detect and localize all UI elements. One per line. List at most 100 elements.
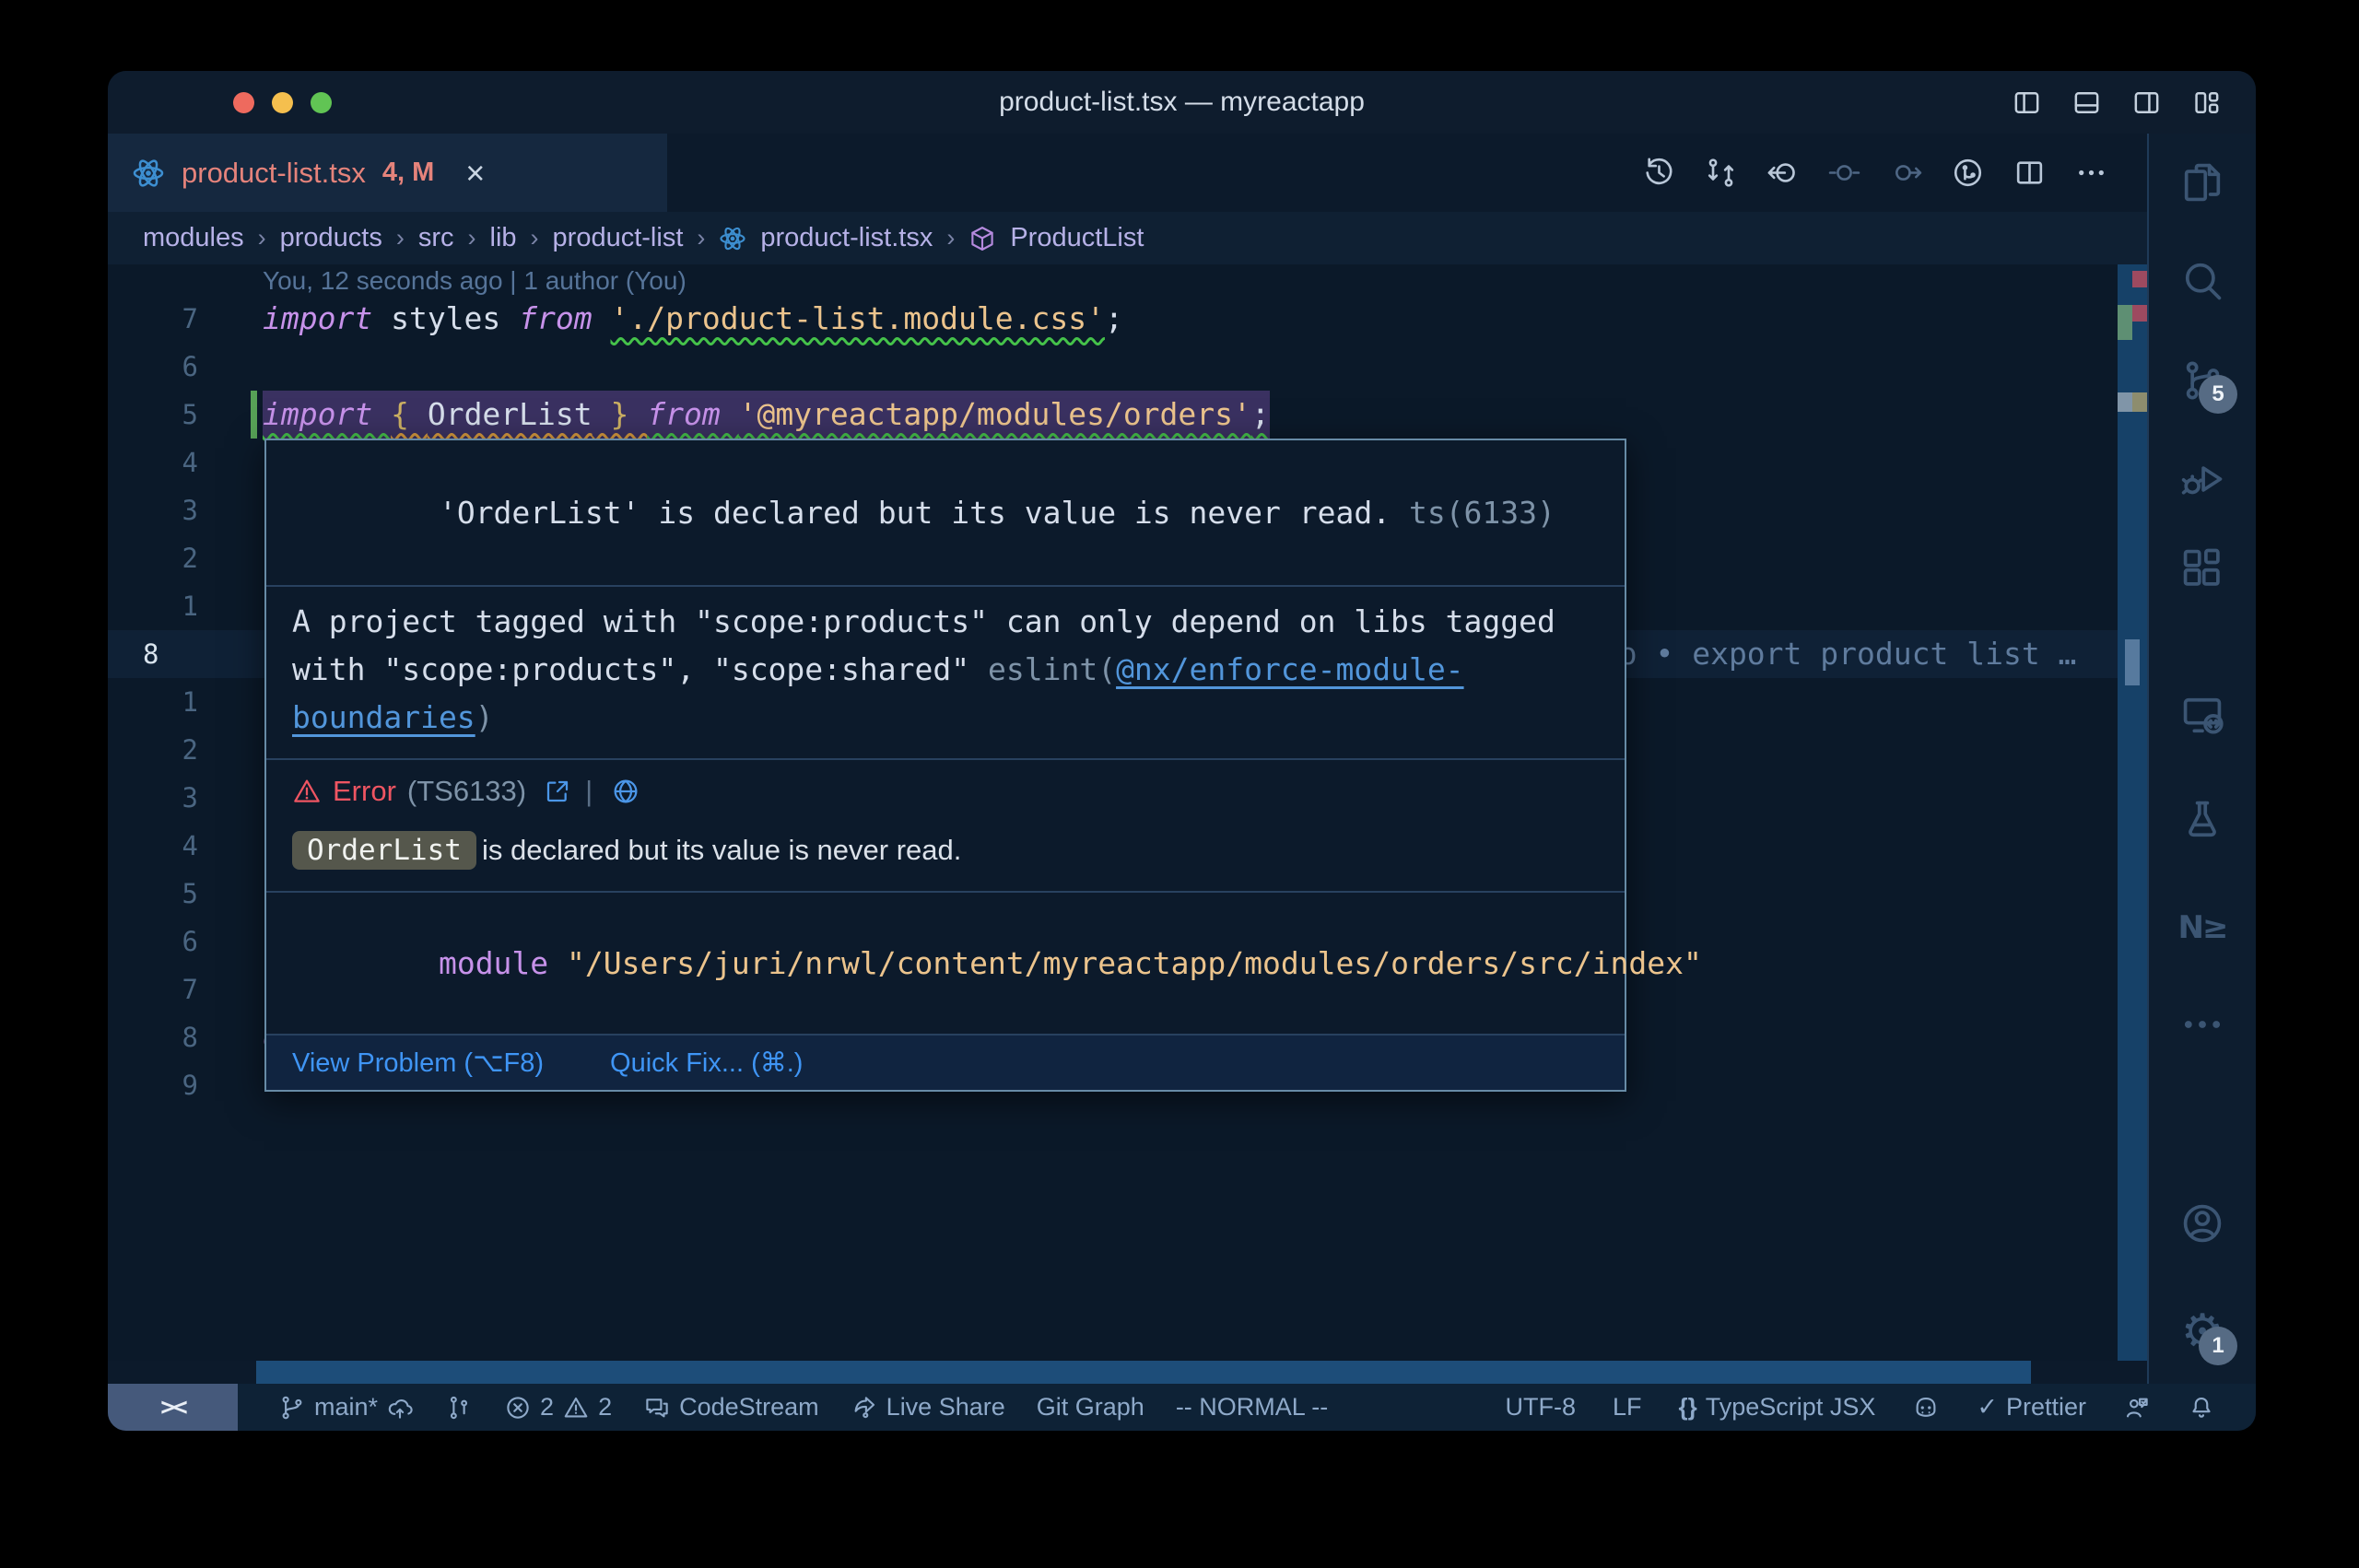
search-view-icon[interactable]: [2178, 257, 2226, 305]
compare-changes-icon[interactable]: [1704, 156, 1738, 190]
encoding-item[interactable]: UTF-8: [1506, 1393, 1577, 1422]
gitgraph-item[interactable]: Git Graph: [1037, 1393, 1144, 1422]
more-actions-icon[interactable]: [2074, 156, 2108, 190]
previous-change-icon[interactable]: [1827, 156, 1861, 190]
prettier-item[interactable]: ✓ Prettier: [1977, 1393, 2086, 1422]
horizontal-scrollbar[interactable]: [256, 1361, 2031, 1384]
editor-actions: [1642, 134, 2147, 212]
status-bar: >< main* 2 2 CodeStream Live: [108, 1384, 2256, 1431]
vim-mode-label: -- NORMAL --: [1176, 1393, 1328, 1422]
navigate-back-change-icon[interactable]: [1766, 156, 1800, 190]
severity-code: (TS6133): [407, 775, 526, 808]
breadcrumb-modules[interactable]: modules: [143, 223, 244, 253]
accounts-icon[interactable]: [2178, 1199, 2226, 1247]
next-change-icon[interactable]: [1889, 156, 1923, 190]
tab-problems-badge: 4, M: [382, 158, 434, 188]
split-editor-icon[interactable]: [2013, 156, 2047, 190]
eol-item[interactable]: LF: [1613, 1393, 1642, 1422]
open-external-icon[interactable]: [543, 777, 572, 806]
line-number: 1: [108, 678, 263, 726]
error-count: 2: [540, 1393, 554, 1422]
git-graph-view-icon[interactable]: [1951, 156, 1985, 190]
line-number: 9: [108, 1061, 263, 1109]
breadcrumb-file[interactable]: product-list.tsx: [760, 223, 933, 253]
codestream-item[interactable]: CodeStream: [643, 1393, 819, 1422]
customize-layout-icon[interactable]: [2190, 87, 2223, 119]
vim-mode-item[interactable]: -- NORMAL --: [1176, 1393, 1328, 1422]
quick-fix-action[interactable]: Quick Fix... (⌘.): [610, 1047, 803, 1079]
feedback-item[interactable]: [2123, 1394, 2151, 1422]
code-editor[interactable]: You, 12 seconds ago | 1 author (You) 7 i…: [108, 264, 2147, 1361]
additional-views-icon[interactable]: [2178, 1000, 2226, 1048]
rule-source-close: ): [475, 699, 494, 735]
cloud-upload-icon: [386, 1394, 414, 1422]
copilot-item[interactable]: [1912, 1394, 1940, 1422]
settings-gear-icon[interactable]: ⚙ 1: [2178, 1308, 2226, 1356]
git-branch-icon: [278, 1394, 306, 1422]
breadcrumb-products[interactable]: products: [280, 223, 382, 253]
errors-icon: [504, 1394, 532, 1422]
explorer-view-icon[interactable]: [2178, 158, 2226, 206]
problems-item[interactable]: 2 2: [504, 1393, 612, 1422]
language-item[interactable]: {} TypeScript JSX: [1679, 1393, 1876, 1422]
error-detail-text: is declared but its value is never read.: [482, 834, 961, 867]
tab-filename: product-list.tsx: [182, 157, 366, 190]
ruler-mark-warning: [2132, 392, 2147, 412]
toggle-secondary-sidebar-icon[interactable]: [2130, 87, 2163, 119]
scm-graph-item[interactable]: [445, 1394, 473, 1422]
keyword-token: from: [519, 300, 610, 336]
code-line: 5 import { OrderList } from '@myreactapp…: [108, 391, 2147, 439]
remote-explorer-view-icon[interactable]: [2178, 691, 2226, 739]
line-number: 1: [108, 582, 263, 630]
source-control-view-icon[interactable]: 5: [2178, 357, 2226, 404]
git-branch-item[interactable]: main*: [278, 1393, 414, 1422]
liveshare-item[interactable]: Live Share: [851, 1393, 1005, 1422]
extensions-view-icon[interactable]: [2178, 544, 2226, 592]
brace-token: }: [593, 396, 648, 432]
notifications-item[interactable]: [2188, 1394, 2215, 1422]
identifier-token: OrderList: [428, 396, 593, 432]
line-number: 7: [108, 295, 263, 343]
breadcrumb: modules › products › src › lib › product…: [108, 212, 2182, 264]
tab-close-icon[interactable]: ×: [465, 157, 485, 190]
nx-console-view-icon[interactable]: N≥: [2178, 904, 2226, 952]
overview-ruler[interactable]: [2118, 264, 2147, 1361]
line-number: 6: [108, 918, 263, 965]
vscode-window: product-list.tsx — myreactapp product-li…: [108, 71, 2256, 1431]
line-number: 4: [108, 822, 263, 870]
breadcrumb-symbol[interactable]: ProductList: [1010, 223, 1144, 253]
hover-actions: View Problem (⌥F8) Quick Fix... (⌘.): [266, 1034, 1625, 1090]
codestream-label: CodeStream: [679, 1393, 819, 1422]
language-label: TypeScript JSX: [1706, 1393, 1876, 1422]
current-line-number: 8: [108, 630, 263, 678]
hover-message: 'OrderList' is declared but its value is…: [439, 495, 1391, 531]
error-hover-popup: 'OrderList' is declared but its value is…: [264, 439, 1626, 1092]
view-problem-action[interactable]: View Problem (⌥F8): [292, 1047, 544, 1079]
breadcrumb-product-list-folder[interactable]: product-list: [553, 223, 684, 253]
bell-icon: [2188, 1394, 2215, 1422]
breadcrumb-src[interactable]: src: [418, 223, 454, 253]
breadcrumb-separator: ›: [258, 224, 266, 252]
keyword-token: from: [647, 396, 738, 432]
line-number: 3: [108, 774, 263, 822]
warning-triangle-icon: [292, 777, 322, 806]
globe-icon[interactable]: [611, 777, 640, 806]
keyword-token: import: [263, 300, 391, 336]
identifier-token: styles: [391, 300, 519, 336]
tab-product-list[interactable]: product-list.tsx 4, M ×: [108, 134, 667, 212]
liveshare-label: Live Share: [886, 1393, 1005, 1422]
toggle-sidebar-icon[interactable]: [2011, 87, 2043, 119]
severity-label: Error: [333, 775, 396, 808]
breadcrumb-lib[interactable]: lib: [490, 223, 517, 253]
check-icon: ✓: [1977, 1393, 1998, 1422]
branch-name: main*: [314, 1393, 378, 1422]
run-debug-view-icon[interactable]: [2178, 455, 2226, 503]
timeline-history-icon[interactable]: [1642, 156, 1676, 190]
commit-graph-icon: [445, 1394, 473, 1422]
testing-view-icon[interactable]: [2178, 796, 2226, 844]
module-path-row: module "/Users/juri/nrwl/content/myreact…: [266, 891, 1625, 1034]
toggle-panel-icon[interactable]: [2071, 87, 2103, 119]
breadcrumb-separator: ›: [468, 224, 476, 252]
remote-indicator[interactable]: ><: [108, 1384, 238, 1431]
scrollbar-thumb[interactable]: [2125, 639, 2140, 685]
